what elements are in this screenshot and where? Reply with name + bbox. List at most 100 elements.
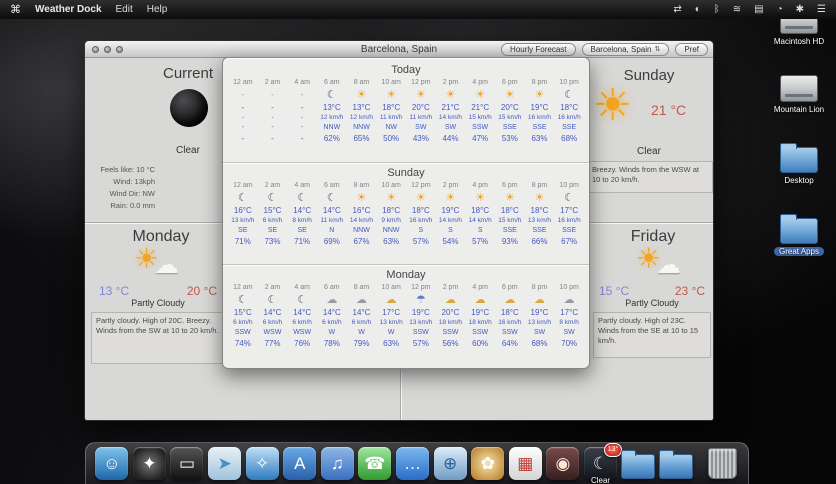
display-icon[interactable]: ◐ — [695, 4, 701, 15]
dock-photo-booth[interactable]: ◉ — [546, 447, 580, 481]
hourly-temp-value: 18°C — [500, 206, 519, 215]
desktop-icon-mountain-lion[interactable]: Mountain Lion — [769, 75, 829, 114]
iphoto-glyph: ✿ — [480, 453, 495, 473]
desktop-icon-great-apps-folder[interactable]: Great Apps — [773, 214, 825, 256]
weather-sun-icon: ☀ — [356, 89, 367, 101]
dock-itunes[interactable]: ♫ — [320, 447, 355, 481]
web-browser-icon: ⊕ — [433, 447, 467, 480]
safari-icon: ✧ — [245, 447, 279, 480]
sun-icon: ☀ — [593, 81, 633, 130]
dock-applications-folder[interactable] — [659, 447, 694, 481]
hourly-time-value: 6 pm — [502, 182, 518, 189]
dock-displays[interactable]: ▭ — [170, 447, 204, 481]
dock-web-browser[interactable]: ⊕ — [433, 447, 467, 481]
hourly-wind-value: 15 km/h — [468, 114, 492, 121]
dock-finder[interactable]: ☺ — [95, 447, 129, 481]
weather-sun-icon: ☀ — [445, 192, 456, 204]
weather-sun-icon: ☀ — [504, 89, 515, 101]
hourly-temp-value: 16°C — [233, 206, 252, 215]
menu-app-name[interactable]: Weather Dock — [35, 4, 102, 15]
displays-glyph: ▭ — [178, 453, 196, 473]
hourly-hum-value: - — [300, 134, 304, 143]
dock-calendar[interactable]: ▦ — [508, 447, 543, 481]
hourly-temp-value: 14°C — [352, 308, 371, 317]
sync-icon[interactable]: ⇄ — [673, 4, 681, 15]
keyboard-icon[interactable]: ▤ — [754, 4, 763, 15]
hourly-wind-value: 18 km/h — [438, 319, 463, 326]
hourly-temp-value: 14°C — [322, 308, 341, 317]
dock-iphoto[interactable]: ✿ — [471, 447, 505, 481]
weather-dock-glyph: ☾ — [592, 453, 609, 473]
hourly-time-value: 10 am — [381, 79, 401, 86]
finder-glyph: ☺ — [103, 453, 121, 473]
hourly-temp-value: 18°C — [411, 206, 430, 215]
menu-edit[interactable]: Edit — [116, 4, 133, 15]
photo-booth-icon: ◉ — [546, 447, 580, 480]
menu-help[interactable]: Help — [147, 4, 168, 15]
hourly-temp-value: - — [300, 103, 304, 112]
weather-sun-icon: ☀ — [534, 89, 545, 101]
weather-partly-icon: ☁ — [474, 294, 486, 306]
hourly-section-sunday: Sunday 12 am 2 am 4 am 6 am 8 am 10 am 12 pm 2 p… — [223, 162, 589, 264]
clock-icon[interactable]: ◔ — [777, 4, 783, 15]
apple-menu-icon[interactable]: ⌘ — [10, 3, 21, 16]
dock-safari[interactable]: ✧ — [245, 447, 279, 481]
hourly-time-value: 12 pm — [411, 284, 431, 291]
dock-facetime[interactable]: ☎ — [358, 447, 392, 481]
hourly-dir-value: SSW — [501, 329, 518, 336]
hourly-dir-value: SW — [533, 329, 546, 336]
select-arrows-icon: ⇅ — [654, 46, 661, 53]
hourly-time-value: 4 am — [294, 79, 310, 86]
location-select[interactable]: Barcelona, Spain ⇅ — [581, 43, 670, 56]
hourly-hum-value: 53% — [501, 134, 518, 143]
hourly-wind-value: 13 km/h — [527, 319, 552, 326]
hourly-hum-value: 63% — [531, 134, 548, 143]
dock-launchpad[interactable]: ✦ — [132, 447, 167, 481]
itunes-icon: ♫ — [320, 447, 354, 480]
hourly-time-value: 10 am — [381, 182, 401, 189]
hourly-section-title: Monday — [386, 269, 426, 281]
hourly-time-value: 6 am — [324, 284, 340, 291]
hourly-wind-value: 6 km/h — [262, 319, 283, 326]
wind-value: Wind: 13kph — [113, 177, 155, 186]
dock-twitter[interactable]: ➤ — [208, 447, 242, 481]
finder-icon: ☺ — [95, 447, 129, 480]
weather-moon-icon: ☾ — [564, 89, 575, 101]
wind-dir-value: Wind Dir: NW — [109, 189, 155, 198]
weather-moon-icon: ☾ — [237, 192, 248, 204]
hourly-dir-value: - — [241, 124, 244, 131]
itunes-glyph: ♫ — [330, 453, 344, 473]
dock-weather-dock[interactable]: ☾ 13° Clear — [584, 442, 623, 484]
monday-description: Partly cloudy. High of 20C. Breezy. Wind… — [91, 312, 225, 364]
hourly-temp-value: 20°C — [500, 103, 519, 112]
dock-items: ☺ ✦ ▭ ➤ ✧ A ♫ ☎ … ⊕ ✿ ▦ ◉ ☾ 13° Clear — [86, 442, 748, 484]
window-titlebar[interactable]: Barcelona, Spain Hourly Forecast Barcelo… — [85, 41, 713, 58]
hourly-grid: 12 am 2 am 4 am 6 am 8 am 10 am 12 pm 2 pm 4 pm 6… — [223, 283, 589, 350]
weather-moon-icon: ☾ — [267, 294, 278, 306]
hourly-hum-value: 66% — [531, 237, 548, 246]
hourly-temp-value: 15°C — [263, 206, 282, 215]
dock-trash[interactable] — [705, 447, 739, 481]
dock-messages[interactable]: … — [396, 447, 430, 481]
folder-icon — [779, 143, 818, 173]
weather-moon-icon: ☾ — [237, 294, 248, 306]
hourly-hum-value: 44% — [442, 134, 459, 143]
hourly-temp-value: 14°C — [293, 308, 312, 317]
hourly-dir-value: SW — [444, 124, 457, 131]
web-browser-glyph: ⊕ — [443, 453, 458, 473]
desktop-icon-desktop-folder[interactable]: Desktop — [779, 143, 818, 185]
spotlight-icon[interactable]: ✱ — [796, 4, 804, 15]
pref-button[interactable]: Pref — [675, 43, 708, 56]
notification-icon[interactable]: ☰ — [817, 4, 826, 15]
hourly-dir-value: SSW — [234, 329, 251, 336]
wifi-icon[interactable]: ≋ — [733, 4, 741, 15]
hourly-time-value: 12 pm — [411, 79, 431, 86]
dock-app-store[interactable]: A — [283, 447, 317, 481]
bluetooth-icon[interactable]: ᛒ — [714, 4, 720, 15]
hourly-temp-value: 18°C — [530, 206, 549, 215]
pref-label: Pref — [684, 45, 699, 54]
hourly-dir-value: SSW — [472, 124, 489, 131]
hourly-forecast-button[interactable]: Hourly Forecast — [501, 43, 576, 56]
hourly-time-value: 6 pm — [502, 284, 518, 291]
dock-documents-folder[interactable] — [621, 447, 656, 481]
